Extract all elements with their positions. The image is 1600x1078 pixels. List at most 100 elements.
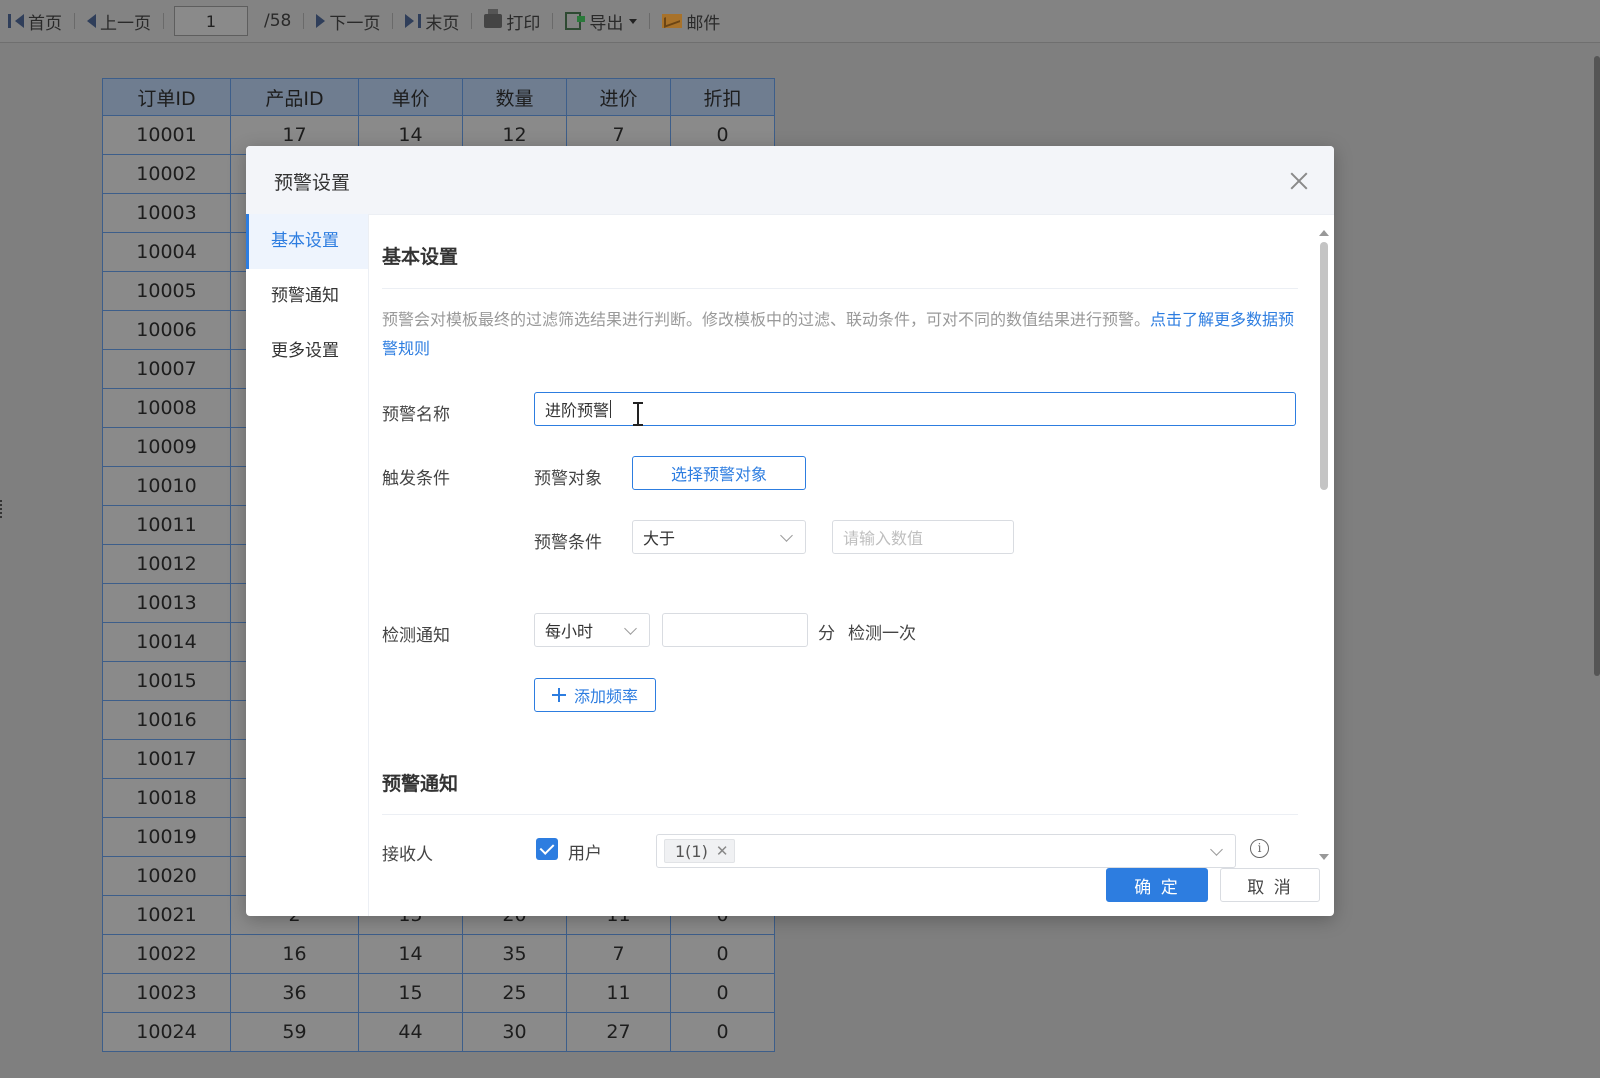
table-cell: 10014 xyxy=(102,622,231,662)
export-dropdown-button[interactable]: 导出 xyxy=(557,9,645,34)
total-pages-label: /58 xyxy=(264,11,292,31)
table-cell: 10010 xyxy=(102,466,231,506)
table-cell: 10003 xyxy=(102,193,231,233)
table-cell: 11 xyxy=(566,973,671,1013)
first-page-button[interactable]: 首页 xyxy=(0,9,70,34)
table-cell: 10021 xyxy=(102,895,231,935)
column-header: 折扣 xyxy=(670,78,775,116)
table-cell: 10005 xyxy=(102,271,231,311)
section-divider xyxy=(382,814,1298,815)
alert-name-input[interactable]: 进阶预警 xyxy=(534,392,1296,426)
chevron-down-icon xyxy=(624,622,637,635)
user-multi-select[interactable] xyxy=(656,834,1236,868)
cancel-button[interactable]: 取 消 xyxy=(1220,868,1320,902)
toolbar-divider xyxy=(471,13,473,29)
table-cell: 10023 xyxy=(102,973,231,1013)
page-scrollbar[interactable] xyxy=(1594,56,1600,676)
caret-down-icon xyxy=(629,18,638,24)
table-cell: 30 xyxy=(462,1012,567,1052)
text-caret xyxy=(610,400,612,418)
prev-page-button[interactable]: 上一页 xyxy=(79,9,159,34)
table-cell: 10011 xyxy=(102,505,231,545)
select-alert-target-button[interactable]: 选择预警对象 xyxy=(632,456,806,490)
mail-icon xyxy=(662,14,683,28)
column-header: 数量 xyxy=(462,78,567,116)
table-cell: 10016 xyxy=(102,700,231,740)
user-checkbox-label: 用户 xyxy=(568,844,602,864)
last-page-button[interactable]: 末页 xyxy=(397,9,467,34)
toolbar-divider xyxy=(392,13,394,29)
alert-notification-title: 预警通知 xyxy=(382,773,459,795)
table-cell: 10017 xyxy=(102,739,231,779)
recipient-label: 接收人 xyxy=(382,845,433,865)
table-cell: 0 xyxy=(670,934,775,974)
next-page-icon xyxy=(316,14,326,28)
scrollbar-thumb[interactable] xyxy=(1320,242,1328,490)
table-cell: 10004 xyxy=(102,232,231,272)
info-icon[interactable]: i xyxy=(1250,839,1269,858)
alert-settings-dialog: 预警设置 基本设置 预警通知 更多设置 基本设置 预警会对模板最终的过滤筛选结果… xyxy=(246,146,1334,916)
mail-button[interactable]: 邮件 xyxy=(654,9,728,34)
nav-item-basic-settings[interactable]: 基本设置 xyxy=(246,214,368,269)
column-header: 产品ID xyxy=(230,78,359,116)
table-cell: 10009 xyxy=(102,427,231,467)
add-frequency-button[interactable]: 添加频率 xyxy=(534,678,656,712)
dialog-scrollbar[interactable] xyxy=(1318,230,1330,860)
table-cell: 15 xyxy=(358,973,463,1013)
table-cell: 16 xyxy=(230,934,359,974)
check-once-label: 检测一次 xyxy=(848,624,916,644)
table-cell: 14 xyxy=(358,934,463,974)
trigger-condition-label: 触发条件 xyxy=(382,469,450,489)
minute-input[interactable] xyxy=(662,613,808,647)
printer-icon xyxy=(484,9,503,28)
table-cell: 10022 xyxy=(102,934,231,974)
column-header: 订单ID xyxy=(102,78,231,116)
column-header: 进价 xyxy=(566,78,671,116)
first-page-icon xyxy=(8,14,11,28)
minute-unit-label: 分 xyxy=(818,624,835,644)
prev-page-icon xyxy=(87,14,96,28)
table-cell: 10019 xyxy=(102,817,231,857)
close-icon[interactable] xyxy=(1288,170,1310,192)
page-number-input[interactable] xyxy=(174,6,248,36)
column-header: 单价 xyxy=(358,78,463,116)
table-header-row: 订单ID 产品ID 单价 数量 进价 折扣 xyxy=(102,78,775,116)
scroll-up-icon[interactable] xyxy=(1319,230,1329,236)
table-cell: 44 xyxy=(358,1012,463,1052)
user-checkbox[interactable] xyxy=(536,838,558,860)
table-cell: 10002 xyxy=(102,154,231,194)
table-cell: 10001 xyxy=(102,115,231,155)
table-row: 10022 16 14 35 7 0 xyxy=(102,934,775,974)
threshold-value-input[interactable]: 请输入数值 xyxy=(832,520,1014,554)
table-cell: 59 xyxy=(230,1012,359,1052)
check-notification-label: 检测通知 xyxy=(382,626,450,646)
table-cell: 10008 xyxy=(102,388,231,428)
table-cell: 10018 xyxy=(102,778,231,818)
basic-settings-title: 基本设置 xyxy=(382,246,459,268)
nav-item-more-settings[interactable]: 更多设置 xyxy=(246,324,368,379)
export-icon xyxy=(565,12,586,30)
toolbar-divider xyxy=(552,13,554,29)
chevron-down-icon xyxy=(780,529,793,542)
confirm-button[interactable]: 确 定 xyxy=(1106,868,1208,902)
frequency-select[interactable]: 每小时 xyxy=(534,613,650,647)
next-page-button[interactable]: 下一页 xyxy=(308,9,388,34)
alert-target-label: 预警对象 xyxy=(534,469,602,489)
nav-item-alert-notification[interactable]: 预警通知 xyxy=(246,269,368,324)
scroll-down-icon[interactable] xyxy=(1319,854,1329,860)
print-button[interactable]: 打印 xyxy=(476,9,548,34)
resize-handle[interactable] xyxy=(0,500,5,518)
table-row: 10023 36 15 25 11 0 xyxy=(102,973,775,1013)
table-cell: 10020 xyxy=(102,856,231,896)
table-cell: 36 xyxy=(230,973,359,1013)
report-toolbar: 首页 上一页 /58 下一页 末页 打印 导出 邮件 xyxy=(0,0,1600,43)
tag-close-icon[interactable]: ✕ xyxy=(716,842,729,860)
ibeam-cursor-icon xyxy=(633,402,643,426)
dialog-content: 基本设置 预警会对模板最终的过滤筛选结果进行判断。修改模板中的过滤、联动条件，可… xyxy=(382,214,1298,916)
dialog-title: 预警设置 xyxy=(274,172,351,194)
table-cell: 7 xyxy=(566,934,671,974)
table-cell: 27 xyxy=(566,1012,671,1052)
condition-select[interactable]: 大于 xyxy=(632,520,806,554)
plus-icon xyxy=(551,688,566,702)
table-cell: 0 xyxy=(670,973,775,1013)
